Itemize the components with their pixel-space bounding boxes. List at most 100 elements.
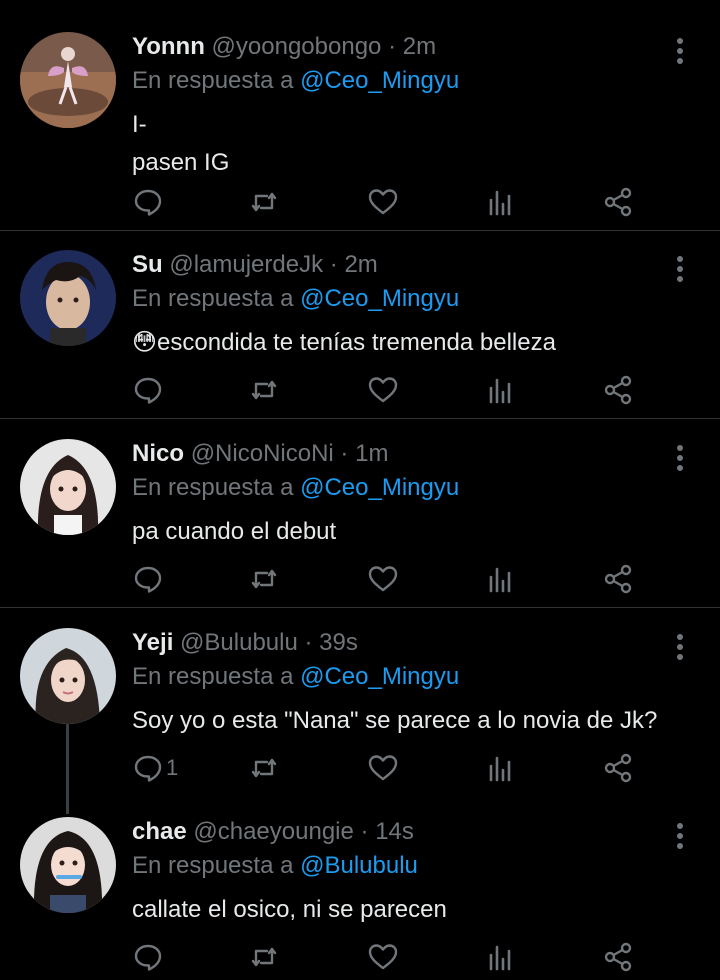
tweet-actions bbox=[132, 561, 652, 597]
tweet-header: Yeji @Bulubulu · 39s bbox=[132, 628, 358, 658]
author-handle[interactable]: @Bulubulu bbox=[180, 629, 298, 656]
timestamp[interactable]: 2m bbox=[403, 33, 436, 60]
retweet-icon bbox=[251, 380, 277, 400]
author-handle[interactable]: @NicoNicoNi bbox=[191, 440, 334, 467]
retweet-button[interactable] bbox=[248, 184, 280, 220]
share-icon bbox=[604, 564, 632, 594]
reply-mention-link[interactable]: @Ceo_Mingyu bbox=[300, 663, 459, 690]
views-button[interactable] bbox=[485, 561, 517, 597]
author-name[interactable]: Yonnn bbox=[132, 33, 205, 60]
tweet-divider bbox=[0, 607, 720, 608]
retweet-button[interactable] bbox=[248, 750, 280, 786]
avatar-yeji[interactable] bbox=[20, 628, 116, 724]
share-button[interactable] bbox=[602, 750, 634, 786]
reply-context: En respuesta a @Ceo_Mingyu bbox=[132, 284, 459, 314]
tweet-text: 😳escondida te tenías tremenda belleza bbox=[132, 329, 556, 356]
views-icon bbox=[489, 190, 511, 216]
like-button[interactable] bbox=[367, 372, 399, 408]
reply-icon bbox=[134, 944, 162, 971]
tweet-1[interactable]: Yonnn @yoongobongo · 2m En respuesta a @… bbox=[0, 32, 720, 222]
avatar-chae[interactable] bbox=[20, 817, 116, 913]
views-icon bbox=[489, 378, 511, 404]
share-button[interactable] bbox=[602, 372, 634, 408]
retweet-button[interactable] bbox=[248, 939, 280, 975]
retweet-button[interactable] bbox=[248, 561, 280, 597]
reply-prefix: En respuesta a bbox=[132, 663, 294, 690]
separator-dot: · bbox=[360, 818, 369, 845]
tweet-2[interactable]: Su @lamujerdeJk · 2m En respuesta a @Ceo… bbox=[0, 250, 720, 410]
reply-prefix: En respuesta a bbox=[132, 285, 294, 312]
tweet-actions bbox=[132, 184, 652, 220]
tweet-header: Nico @NicoNicoNi · 1m bbox=[132, 439, 388, 469]
more-options-button[interactable] bbox=[666, 821, 694, 851]
like-button[interactable] bbox=[367, 750, 399, 786]
tweet-text: callate el osico, ni se parecen bbox=[132, 896, 447, 923]
author-name[interactable]: chae bbox=[132, 818, 187, 845]
views-icon bbox=[489, 945, 511, 971]
tweet-5[interactable]: chae @chaeyoungie · 14s En respuesta a @… bbox=[0, 817, 720, 977]
separator-dot: · bbox=[340, 440, 349, 467]
reply-mention-link[interactable]: @Ceo_Mingyu bbox=[300, 67, 459, 94]
retweet-button[interactable] bbox=[248, 372, 280, 408]
author-name[interactable]: Su bbox=[132, 251, 163, 278]
tweet-header: Yonnn @yoongobongo · 2m bbox=[132, 32, 436, 62]
reply-count: 1 bbox=[166, 755, 179, 780]
timestamp[interactable]: 14s bbox=[375, 818, 414, 845]
more-vertical-icon bbox=[677, 38, 683, 64]
reply-prefix: En respuesta a bbox=[132, 67, 294, 94]
avatar-nico[interactable] bbox=[20, 439, 116, 535]
heart-icon bbox=[368, 755, 398, 781]
tweet-actions: 1 bbox=[132, 750, 652, 786]
avatar-image bbox=[20, 628, 116, 724]
heart-icon bbox=[368, 377, 398, 403]
reply-button[interactable] bbox=[132, 561, 166, 597]
avatar-su[interactable] bbox=[20, 250, 116, 346]
more-options-button[interactable] bbox=[666, 254, 694, 284]
author-name[interactable]: Nico bbox=[132, 440, 184, 467]
tweet-4[interactable]: Yeji @Bulubulu · 39s En respuesta a @Ceo… bbox=[0, 628, 720, 788]
share-button[interactable] bbox=[602, 561, 634, 597]
timestamp[interactable]: 1m bbox=[355, 440, 388, 467]
avatar-image bbox=[20, 250, 116, 346]
author-handle[interactable]: @yoongobongo bbox=[212, 33, 382, 60]
reply-mention-link[interactable]: @Ceo_Mingyu bbox=[300, 285, 459, 312]
reply-button[interactable] bbox=[132, 372, 166, 408]
views-button[interactable] bbox=[485, 184, 517, 220]
share-button[interactable] bbox=[602, 184, 634, 220]
reply-context: En respuesta a @Ceo_Mingyu bbox=[132, 662, 459, 692]
reply-button[interactable] bbox=[132, 184, 166, 220]
avatar-image bbox=[20, 32, 116, 128]
reply-button[interactable] bbox=[132, 939, 166, 975]
separator-dot: · bbox=[304, 629, 313, 656]
timestamp[interactable]: 2m bbox=[344, 251, 377, 278]
tweet-header: chae @chaeyoungie · 14s bbox=[132, 817, 414, 847]
tweet-actions bbox=[132, 939, 652, 975]
views-button[interactable] bbox=[485, 939, 517, 975]
tweet-3[interactable]: Nico @NicoNicoNi · 1m En respuesta a @Ce… bbox=[0, 439, 720, 599]
reply-icon bbox=[134, 566, 162, 593]
like-button[interactable] bbox=[367, 939, 399, 975]
share-button[interactable] bbox=[602, 939, 634, 975]
views-button[interactable] bbox=[485, 372, 517, 408]
timestamp[interactable]: 39s bbox=[319, 629, 358, 656]
author-handle[interactable]: @chaeyoungie bbox=[193, 818, 353, 845]
more-vertical-icon bbox=[677, 634, 683, 660]
more-options-button[interactable] bbox=[666, 36, 694, 66]
views-icon bbox=[489, 756, 511, 782]
avatar-yonnn[interactable] bbox=[20, 32, 116, 128]
share-icon bbox=[604, 375, 632, 405]
reply-mention-link[interactable]: @Ceo_Mingyu bbox=[300, 474, 459, 501]
like-button[interactable] bbox=[367, 561, 399, 597]
more-options-button[interactable] bbox=[666, 632, 694, 662]
reply-mention-link[interactable]: @Bulubulu bbox=[300, 852, 418, 879]
reply-context: En respuesta a @Bulubulu bbox=[132, 851, 418, 881]
reply-icon bbox=[134, 755, 162, 782]
reply-icon bbox=[134, 189, 162, 216]
more-options-button[interactable] bbox=[666, 443, 694, 473]
reply-button[interactable]: 1 bbox=[132, 750, 178, 786]
like-button[interactable] bbox=[367, 184, 399, 220]
views-button[interactable] bbox=[485, 750, 517, 786]
author-name[interactable]: Yeji bbox=[132, 629, 173, 656]
views-icon bbox=[489, 567, 511, 593]
author-handle[interactable]: @lamujerdeJk bbox=[169, 251, 323, 278]
